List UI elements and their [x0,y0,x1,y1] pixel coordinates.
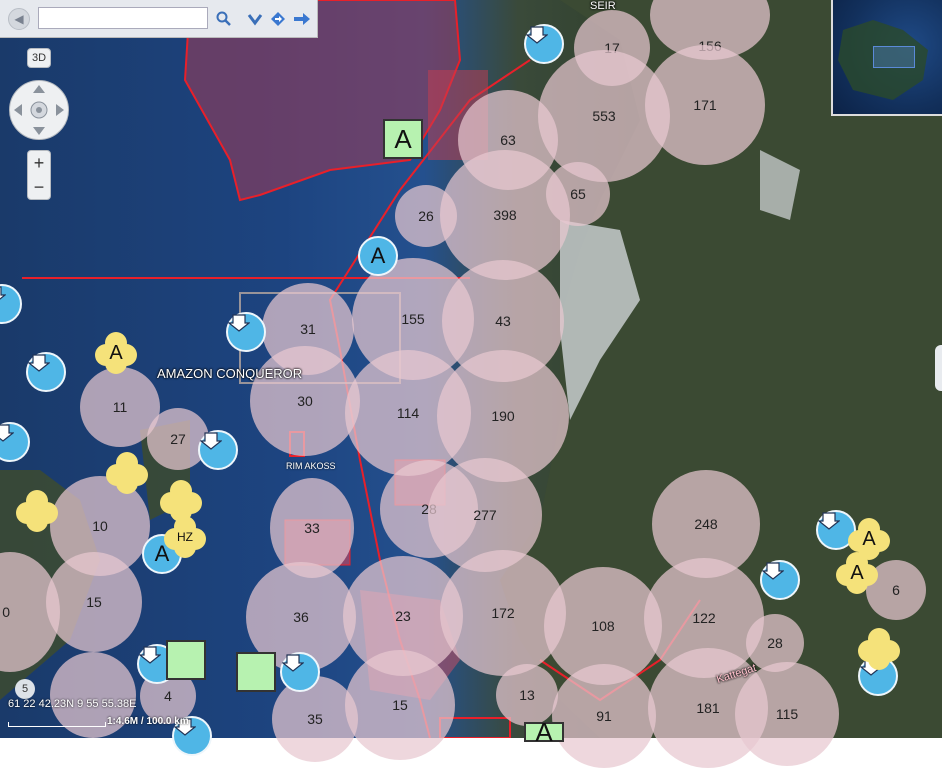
pan-control[interactable] [9,80,69,140]
ship-icon[interactable] [280,652,320,692]
station-marker[interactable] [236,652,276,692]
route-icon [271,12,285,26]
cursor-coordinates: 61 22 42.23N 9 55 55.38E [8,698,137,710]
aton-letter: HZ [177,530,193,544]
3d-toggle-button[interactable]: 3D [27,48,51,68]
vessel-label[interactable]: AMAZON CONQUEROR [157,366,302,381]
cluster-marker[interactable]: 91 [552,664,656,768]
ship-icon[interactable] [226,312,266,352]
scale-bar [8,722,106,727]
cluster-marker[interactable]: 35 [272,676,358,762]
aton-letter: A [109,341,123,364]
pan-right-icon[interactable] [56,104,64,116]
pan-up-icon[interactable] [33,85,45,93]
cluster-marker[interactable]: 15 [345,650,455,760]
dropdown-button[interactable] [245,9,265,29]
map-canvas[interactable]: 17 156 171 553 63 65 26 398 31 155 43 11… [0,0,942,768]
cluster-marker[interactable]: 15 [46,552,142,652]
search-input[interactable] [38,7,208,29]
ship-icon[interactable] [26,352,66,392]
direction-icon [294,13,310,25]
cluster-marker[interactable]: 553 [538,50,670,182]
aton-marker[interactable]: HZ [164,516,206,558]
aton-letter: A [850,561,864,584]
scale-text: 1:4.6M / 100.0 km [107,716,189,727]
station-marker[interactable]: A [383,119,423,159]
place-label: SEIR [590,0,616,12]
cluster-marker[interactable]: 30 [250,346,360,456]
overview-viewport[interactable] [873,46,915,68]
aton-marker[interactable] [858,628,900,670]
ship-icon[interactable] [760,560,800,600]
cluster-marker[interactable]: 115 [735,662,839,766]
aton-marker[interactable] [106,452,148,494]
station-marker[interactable] [166,640,206,680]
pan-left-icon[interactable] [14,104,22,116]
back-button[interactable]: ◀ [8,8,30,30]
route-button[interactable] [268,9,288,29]
zoom-in-button[interactable]: + [28,151,50,175]
ship-icon[interactable] [198,430,238,470]
aid-to-navigation-marker[interactable]: A [358,236,398,276]
aton-marker[interactable] [16,490,58,532]
direction-button[interactable] [292,9,312,29]
station-marker[interactable]: A [524,717,564,747]
aton-marker[interactable]: A [836,552,878,594]
search-icon [216,11,231,26]
search-button[interactable] [214,9,234,29]
overview-map[interactable] [831,0,942,116]
zoom-out-button[interactable]: − [28,175,50,199]
ship-icon[interactable] [524,24,564,64]
map-toolbar: ◀ [0,0,318,38]
aton-marker[interactable]: A [95,332,137,374]
side-panel-handle[interactable] [935,345,942,391]
place-label: RIM AKOSS [286,461,336,471]
pan-down-icon[interactable] [33,127,45,135]
chevron-down-icon [247,14,263,26]
zoom-control: + − [27,150,51,200]
back-icon: ◀ [14,12,24,26]
zoom-level-badge: 5 [15,679,35,699]
